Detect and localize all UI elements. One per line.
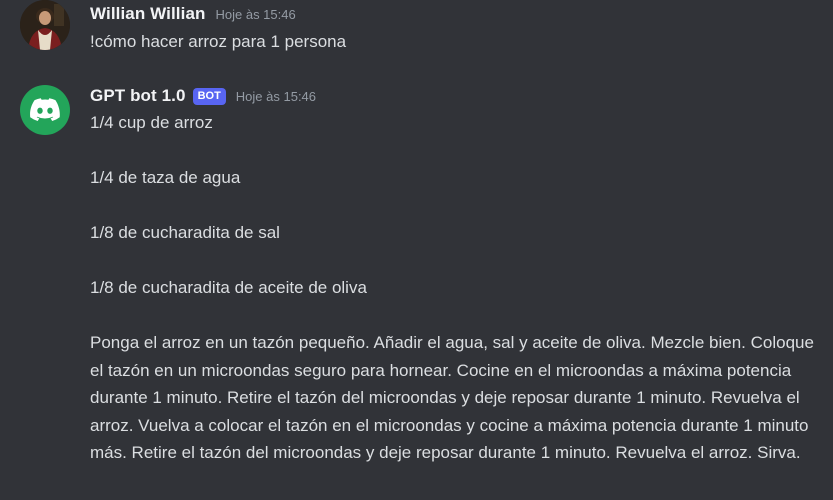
message-content: !cómo hacer arroz para 1 persona: [90, 28, 820, 56]
message-text: !cómo hacer arroz para 1 persona: [90, 32, 347, 51]
author-name[interactable]: Willian Willian: [90, 4, 205, 24]
ingredient-line: 1/8 de cucharadita de sal: [90, 223, 280, 242]
message-timestamp: Hoje às 15:46: [235, 89, 317, 104]
user-avatar[interactable]: [20, 0, 70, 50]
ingredient-line: 1/4 cup de arroz: [90, 113, 213, 132]
ingredient-line: 1/4 de taza de agua: [90, 168, 241, 187]
ingredient-line: 1/8 de cucharadita de aceite de oliva: [90, 278, 367, 297]
message-header: GPT bot 1.0 BOT Hoje às 15:46: [90, 86, 316, 107]
portrait-avatar-image: [20, 0, 70, 50]
discord-logo-icon: [30, 98, 60, 121]
message-content: 1/4 cup de arroz 1/4 de taza de agua 1/8…: [90, 109, 820, 467]
message-header: Willian Willian Hoje às 15:46: [90, 4, 296, 24]
message-user: Willian Willian Hoje às 15:46 !cómo hace…: [0, 0, 833, 60]
author-name[interactable]: GPT bot 1.0: [90, 86, 186, 106]
bot-avatar[interactable]: [20, 85, 70, 135]
instructions-paragraph: Ponga el arroz en un tazón pequeño. Añad…: [90, 333, 814, 462]
message-timestamp: Hoje às 15:46: [215, 7, 296, 22]
bot-badge: BOT: [192, 88, 226, 105]
